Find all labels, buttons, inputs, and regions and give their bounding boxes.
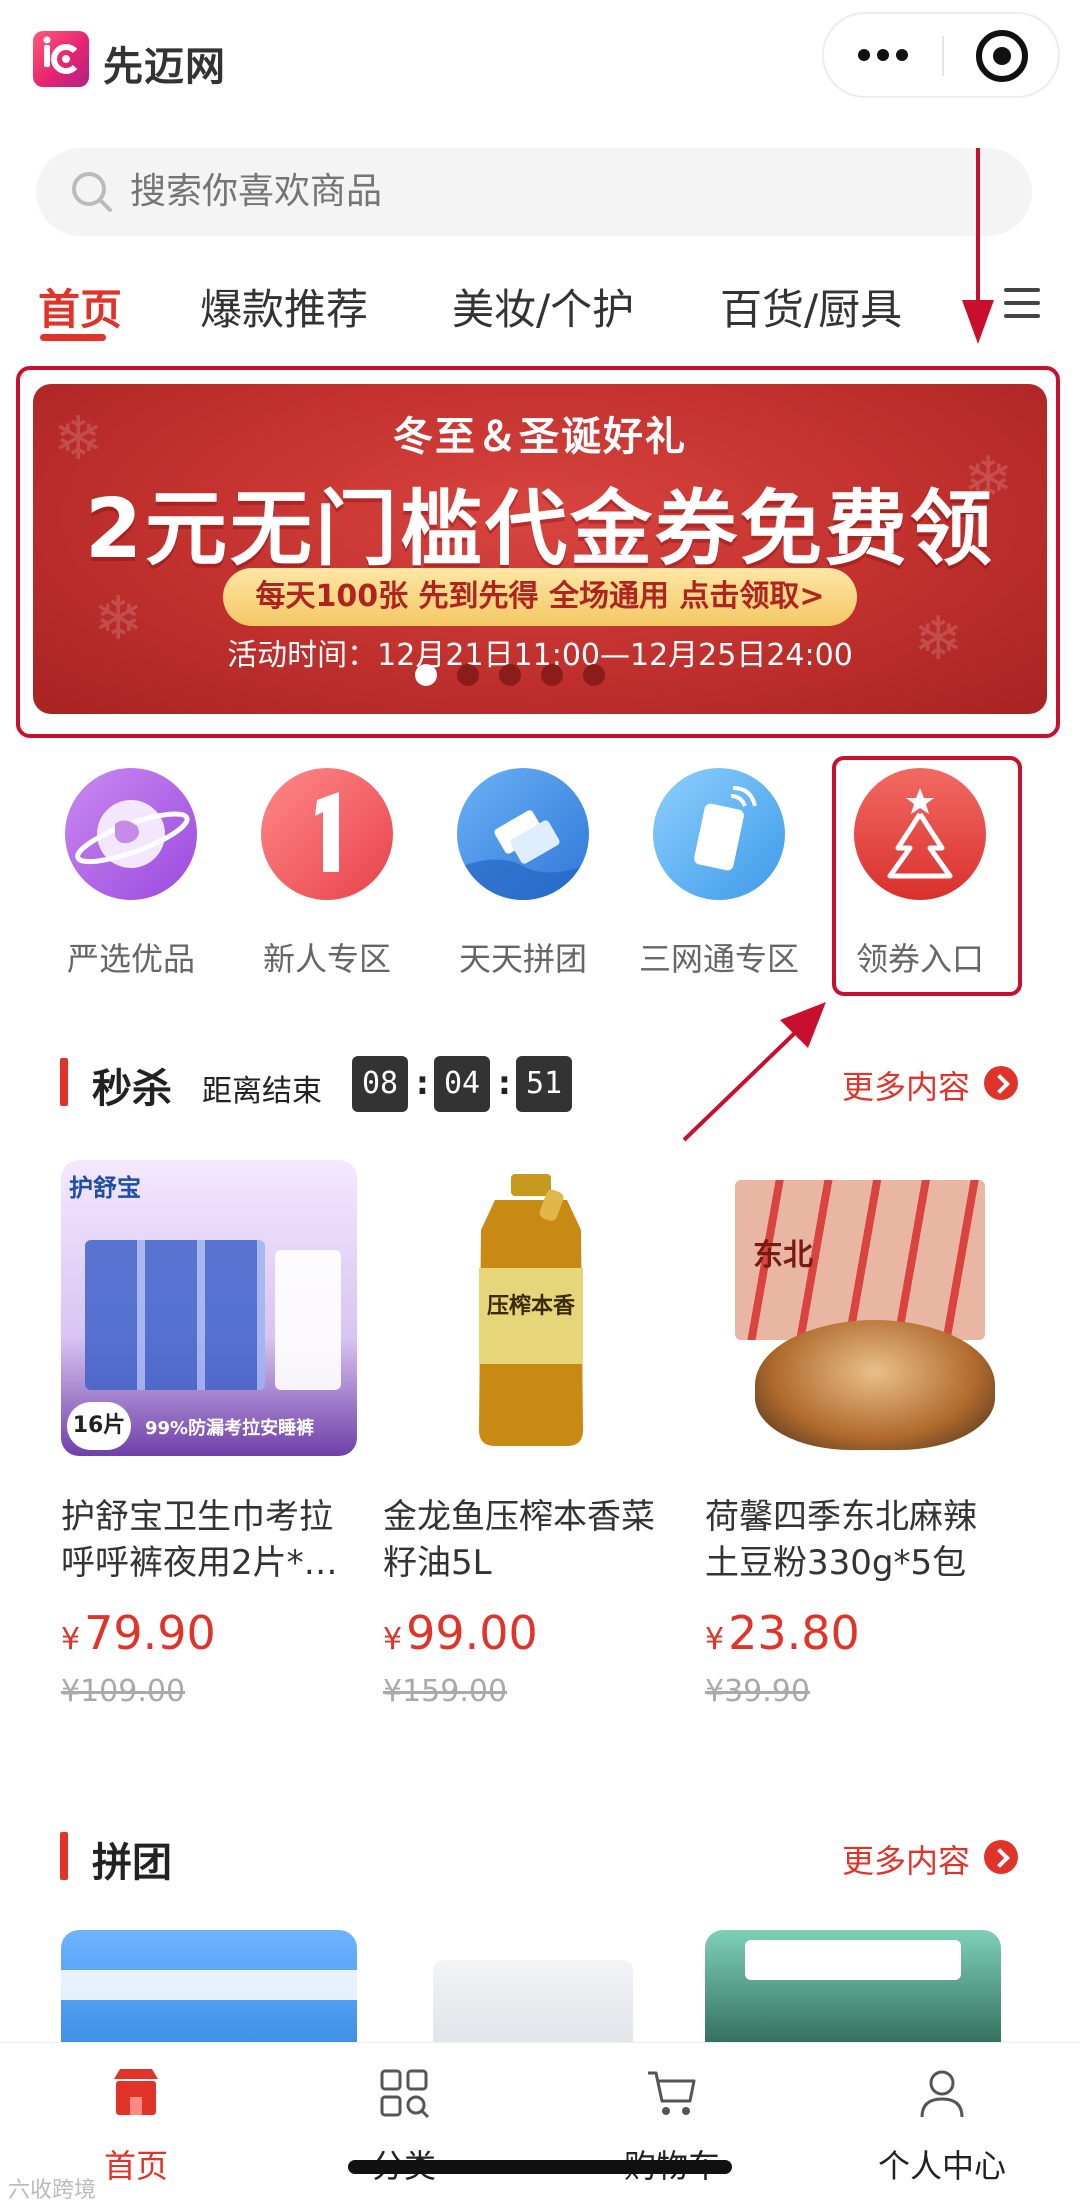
image-caption: 99%防漏考拉安睡裤 [145,1418,315,1439]
category-group-buy[interactable]: 天天拼团 [433,768,613,980]
product-pack-graphic [275,1250,341,1390]
product-price: ¥79.90 [61,1606,216,1660]
bottom-tab-bar: 首页 分类 购物车 [0,2042,1080,2200]
category-label: 新人专区 [262,940,391,978]
product-original-price: ¥159.00 [383,1674,508,1709]
label-text: 压榨本香 [487,1294,576,1319]
carousel-dot[interactable] [541,664,563,686]
header: 先迈网 [0,0,1080,120]
home-indicator [348,2160,732,2174]
tag-icon [457,768,589,900]
active-tab-indicator [40,334,106,341]
product-name: 金龙鱼压榨本香菜籽油5L [383,1497,655,1583]
banner-cta[interactable]: 每天100张 先到先得 全场通用 点击领取> [223,568,857,626]
phone-icon [653,768,785,900]
app-logo [33,31,89,87]
category-label: 严选优品 [66,940,195,978]
countdown-colon: : [498,1064,511,1102]
grid-search-icon [376,2065,432,2121]
product-pack-graphic [85,1240,265,1390]
carousel-dots [33,664,1047,686]
category-label: 天天拼团 [458,940,587,978]
annotation-arrow-diagonal [682,1002,826,1142]
product-price: ¥99.00 [383,1606,538,1660]
product-price: ¥23.80 [705,1606,860,1660]
product-label-graphic [745,1940,961,1980]
carousel-dot[interactable] [583,664,605,686]
flash-sale-more-link[interactable]: 更多内容 [842,1062,970,1108]
product-image[interactable]: 护舒宝 16片 99%防漏考拉安睡裤 [61,1160,357,1456]
product-card[interactable]: 压榨本香 金龙鱼压榨本香菜籽油5L ¥99.00 ¥159.00 [383,1160,679,1709]
countdown-colon: : [416,1064,429,1102]
image-badge: 16片 [67,1402,131,1450]
product-original-price: ¥109.00 [61,1674,186,1709]
coupon-highlight-frame [832,756,1022,996]
group-buy-more-link[interactable]: 更多内容 [842,1836,970,1882]
countdown-hours: 08 [352,1056,408,1112]
cart-icon [644,2065,700,2121]
planet-icon [65,768,197,900]
group-buy-title: 拼团 [92,1840,172,1886]
category-new-user[interactable]: 新人专区 [237,768,417,980]
home-store-icon [108,2065,164,2121]
countdown-label: 距离结束 [202,1074,322,1109]
annotation-arrow-down [976,148,980,308]
banner-title: 2元无门槛代金券免费领 [84,482,996,577]
search-bar[interactable] [36,148,1032,236]
product-name: 护舒宝卫生巾考拉呼呼裤夜用2片*… [61,1497,338,1583]
search-input[interactable] [130,148,990,236]
category-selected-goods[interactable]: 严选优品 [41,768,221,980]
tabbar-label: 个人中心 [877,2147,1006,2185]
countdown-seconds: 51 [516,1056,572,1112]
more-options-icon[interactable] [824,14,942,96]
chevron-right-icon[interactable] [984,1840,1018,1874]
category-label: 三网通专区 [638,940,799,978]
image-tagline [77,1210,341,1234]
mini-program-capsule [822,12,1060,98]
category-tabs: 首页 爆款推荐 美妆/个护 百货/厨具 [0,262,1080,342]
product-original-price: ¥39.90 [705,1674,810,1709]
search-icon [72,172,112,212]
group-buy-product-image[interactable] [383,1930,679,2050]
noodle-bowl-graphic [755,1320,995,1450]
group-buy-product-image[interactable] [61,1930,357,2050]
menu-icon[interactable] [1004,288,1040,318]
carousel-dot[interactable] [457,664,479,686]
tab-hot[interactable]: 爆款推荐 [200,276,368,337]
product-image[interactable]: 东北 [705,1160,1001,1456]
section-accent-bar [60,1058,68,1106]
banner-subtitle: 冬至＆圣诞好礼 [393,414,687,460]
tabbar-home[interactable]: 首页 [36,2065,236,2187]
product-card[interactable]: 护舒宝 16片 99%防漏考拉安睡裤 护舒宝卫生巾考拉呼呼裤夜用2片*… ¥79… [61,1160,357,1709]
capsule-divider [942,36,944,76]
flash-sale-title: 秒杀 [92,1066,172,1112]
brand-text: 护舒宝 [69,1174,141,1202]
group-buy-product-image[interactable] [705,1930,1001,2050]
tabbar-profile[interactable]: 个人中心 [842,2065,1042,2187]
tab-beauty[interactable]: 美妆/个护 [452,276,634,337]
number-one-icon [261,768,393,900]
tab-home[interactable]: 首页 [38,276,122,337]
watermark: 六收跨境 [8,2178,97,2200]
category-three-network[interactable]: 三网通专区 [629,768,809,980]
carousel-dot-active[interactable] [415,664,437,686]
tab-household[interactable]: 百货/厨具 [720,276,902,337]
user-icon [914,2065,970,2121]
pack-text: 东北 [753,1238,813,1273]
close-target-icon[interactable] [976,30,1028,82]
product-name: 荷馨四季东北麻辣土豆粉330g*5包 [705,1497,977,1583]
product-image[interactable]: 压榨本香 [383,1160,679,1456]
countdown-minutes: 04 [434,1056,490,1112]
product-info-strip [61,1970,357,2000]
promo-banner[interactable]: ❄ ❄ ❄ ❄ 冬至＆圣诞好礼 2元无门槛代金券免费领 每天100张 先到先得 … [33,384,1047,714]
section-accent-bar [60,1832,68,1880]
product-card[interactable]: 东北 荷馨四季东北麻辣土豆粉330g*5包 ¥23.80 ¥39.90 [705,1160,1001,1709]
chevron-right-icon[interactable] [984,1066,1018,1100]
app-title: 先迈网 [103,44,226,90]
bottles-graphic [433,1960,633,2050]
carousel-dot[interactable] [499,664,521,686]
annotation-arrowhead-down [962,300,994,344]
